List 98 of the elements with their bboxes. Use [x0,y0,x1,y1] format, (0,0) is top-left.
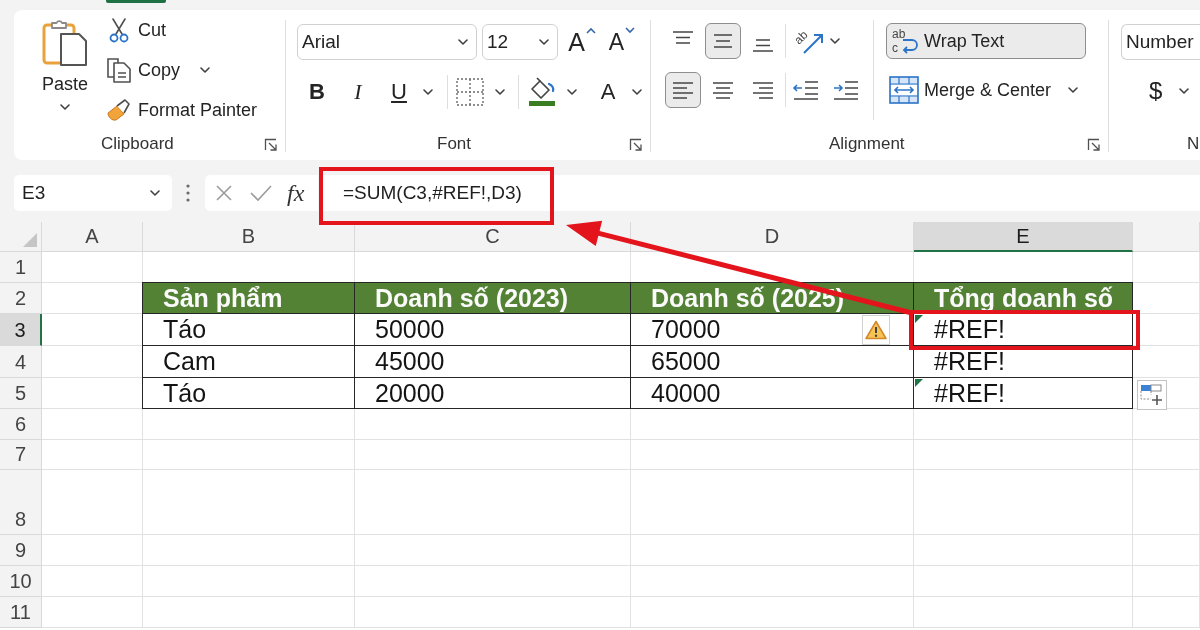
quick-analysis-button[interactable] [1137,380,1167,410]
caret-icon [199,66,212,74]
dotted-grid-icon [455,77,485,107]
underline-button[interactable]: U [381,75,435,109]
centered-lines-icon [711,81,735,99]
group-label: Clipboard [101,134,174,154]
corner-arrow-icon[interactable] [1087,137,1100,151]
grid-cell [1133,409,1200,440]
caret-icon [149,189,161,197]
cross-icon [215,184,233,202]
format-painter-button[interactable]: Format Painter [103,92,265,128]
grid-cell [1133,535,1200,566]
chevron-up-icon [585,27,596,34]
copy-button[interactable]: Copy [103,52,265,88]
paintbrush-icon [106,98,132,122]
middle-aligned-lines-icon [711,34,735,48]
shrink-font-button[interactable]: A [604,24,640,60]
group-label: Alignment [829,134,905,154]
row-header[interactable]: 11 [0,597,42,628]
grid-cell [1133,470,1200,535]
caret-icon [538,38,550,46]
column-header[interactable]: A [42,222,143,252]
font-size-dropdown[interactable]: 12 [482,24,558,60]
row-header[interactable]: 2 [0,283,42,314]
caret-icon [457,38,469,46]
table-cell: Cam [143,346,355,378]
align-left-button[interactable] [665,72,701,108]
row-header[interactable]: 4 [0,346,42,378]
table-cell: 45000 [355,346,631,378]
caret-icon [829,37,841,45]
pages-icon [106,57,132,83]
bold-button[interactable]: B [299,75,335,109]
grid-cell [1133,566,1200,597]
row-header[interactable]: 9 [0,535,42,566]
insert-function-button[interactable]: fx [287,178,305,208]
table-cell: #REF! [914,378,1133,409]
caret-icon [631,88,643,96]
group-label: Font [437,134,472,154]
column-header[interactable]: D [631,222,914,252]
table-cell: 50000 [355,314,631,346]
row-header[interactable]: 10 [0,566,42,597]
column-header[interactable]: E [914,222,1133,252]
middle-align-button[interactable] [705,23,741,59]
table-cell: Táo [143,314,355,346]
row-header[interactable]: 6 [0,409,42,440]
grid-double-arrow-icon [889,76,919,104]
chevron-down-icon [625,27,636,34]
paint-bucket-icon [527,77,557,107]
table-cell: #REF! [914,314,1133,346]
check-icon [249,184,273,202]
font-name-dropdown[interactable]: Arial [297,24,477,60]
top-aligned-lines-icon [671,31,695,44]
table-cell: Táo [143,378,355,409]
wrap-text-button[interactable]: ab c Wrap Text [886,23,1087,59]
grow-font-button[interactable]: A [564,24,600,60]
table-plus-icon [1140,384,1164,406]
row-header[interactable]: 1 [0,252,42,283]
row-header[interactable]: 7 [0,440,42,470]
grid-cell [1133,346,1200,378]
formula-field[interactable]: =SUM(C3,#REF!,D3) [320,175,1200,211]
row-header[interactable]: 8 [0,470,42,535]
column-header[interactable]: B [143,222,355,252]
caret-icon [422,88,434,96]
warning-icon [865,320,887,340]
currency-button[interactable]: $ [1126,73,1200,109]
right-aligned-lines-icon [751,81,775,99]
caret-icon [494,88,506,96]
scissors-icon [108,17,130,43]
row-header[interactable]: 5 [0,378,42,409]
clipboard-icon [42,18,88,66]
column-heading-cell: Doanh số (2023) [355,283,631,314]
corner-arrow-icon[interactable] [264,137,277,151]
table-cell: 40000 [631,378,914,409]
bottom-aligned-lines-icon [751,39,775,52]
error-options-button[interactable] [862,315,890,345]
name-box[interactable]: E3 [14,175,172,211]
number-format-dropdown[interactable]: Number [1121,24,1200,60]
grid-cell [1133,314,1200,346]
left-aligned-lines-icon [671,81,695,99]
grid-cell [1133,252,1200,283]
table-cell: 20000 [355,378,631,409]
caret-icon [1067,86,1080,94]
caret-icon [59,103,71,111]
corner-arrow-icon[interactable] [629,137,642,151]
cut-button[interactable]: Cut [103,12,265,48]
italic-button[interactable]: I [340,75,376,109]
caret-icon [1177,87,1190,95]
merge-center-button[interactable]: Merge & Center [886,72,1087,108]
caret-icon [566,88,578,96]
font-color-button[interactable]: A [590,75,644,109]
grid-cell [1133,440,1200,470]
row-header[interactable]: 3 [0,314,42,346]
vertical-dots-icon [186,183,190,203]
column-heading-cell: Sản phẩm [143,283,355,314]
paste-button[interactable]: Paste [30,16,100,126]
group-label: N [1187,134,1200,154]
lines-right-arrow-icon [832,79,860,101]
lines-left-arrow-icon [792,79,820,101]
